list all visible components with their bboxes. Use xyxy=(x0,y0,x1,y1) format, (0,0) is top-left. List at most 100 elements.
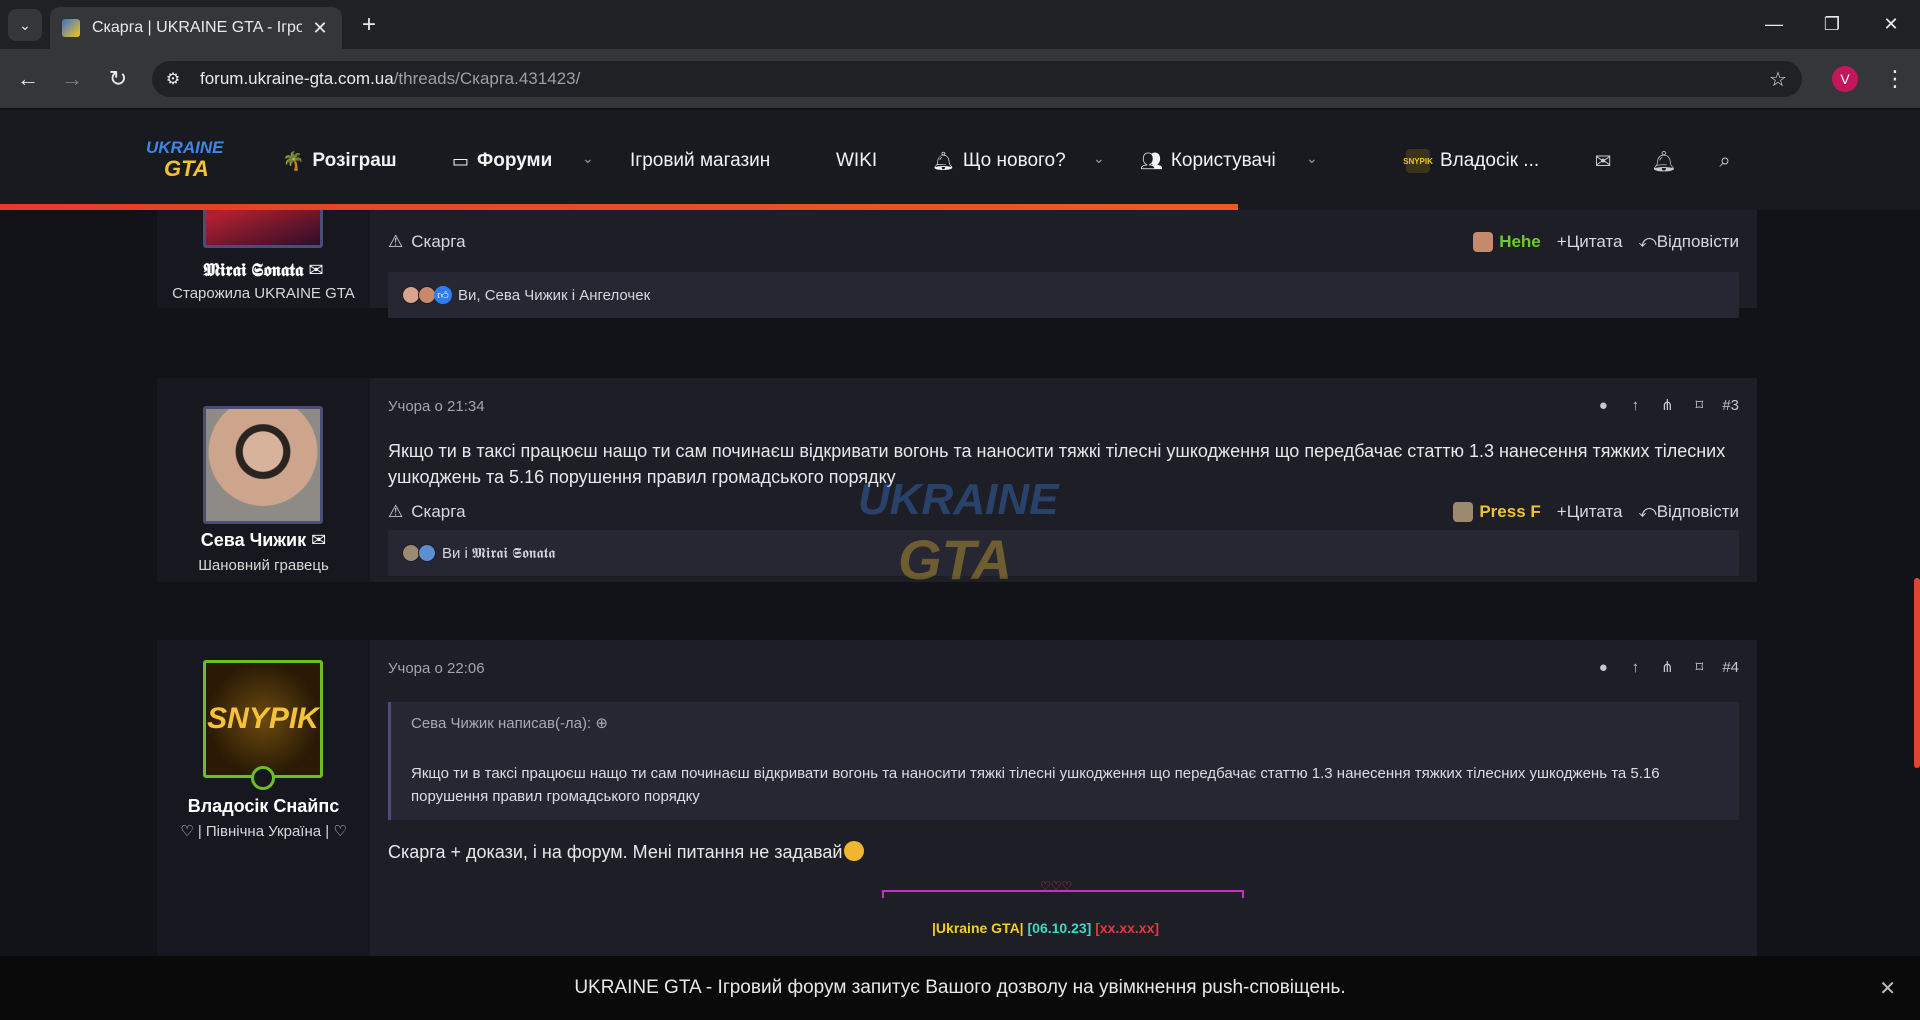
push-notice-banner: UKRAINE GTA - Ігровий форум запитує Вашо… xyxy=(0,956,1920,1020)
post-number[interactable]: #3 xyxy=(1722,397,1739,414)
share-icon[interactable]: ⋔ xyxy=(1658,396,1676,414)
reload-icon: ↻ xyxy=(108,66,128,91)
bell-icon: 🔔︎ xyxy=(932,150,955,171)
search-icon[interactable]: ⌕ xyxy=(1710,146,1740,176)
report-link[interactable]: ⚠ Скарга xyxy=(388,502,466,522)
site-logo[interactable]: UKRAINE GTA xyxy=(146,138,224,182)
nav-whats-new[interactable]: 🔔︎ Що нового? xyxy=(932,146,1066,176)
site-info-icon[interactable]: ⚙ xyxy=(156,62,190,96)
inbox-icon[interactable]: ✉ xyxy=(1588,146,1618,176)
reply-button[interactable]: ⤺Відповісти xyxy=(1639,232,1739,252)
close-window-button[interactable]: ✕ xyxy=(1862,0,1920,49)
new-tab-button[interactable]: + xyxy=(354,10,384,40)
post-reply-actions: Hehe +Цитата ⤺Відповісти xyxy=(1473,232,1739,252)
post-actions: ● ↑ ⋔ ⌑ #3 xyxy=(1594,396,1739,415)
forward-button[interactable]: → xyxy=(56,63,88,95)
check-circle-icon[interactable]: ● xyxy=(1594,397,1612,414)
users-chevron-down-icon[interactable]: ⌄ xyxy=(1306,150,1318,167)
watermark-bottom: GTA xyxy=(898,528,1013,591)
forums-chevron-down-icon[interactable]: ⌄ xyxy=(582,150,594,167)
post-user-cell: Сева Чижик ✉ Шановний гравець xyxy=(157,378,370,582)
post-username[interactable]: Владосік Снайпс xyxy=(157,796,370,817)
avatar[interactable] xyxy=(203,406,323,524)
post-actions: ● ↑ ⋔ ⌑ #4 xyxy=(1594,658,1739,677)
post-user-cell: 𝕸𝖎𝖗𝖆𝖎 𝕾𝖔𝖓𝖆𝖙𝖆 ✉ Старожила UKRAINE GTA xyxy=(157,210,370,308)
online-indicator-icon xyxy=(251,766,275,790)
whats-new-chevron-down-icon[interactable]: ⌄ xyxy=(1093,150,1105,167)
nav-raffle[interactable]: 🌴 Розіграш xyxy=(282,146,397,176)
signature-hearts: ♡♡♡ xyxy=(1040,879,1073,893)
profile-avatar[interactable]: V xyxy=(1832,66,1858,92)
check-circle-icon[interactable]: ● xyxy=(1594,659,1612,676)
reload-button[interactable]: ↻ xyxy=(102,63,134,95)
address-bar[interactable]: ⚙ forum.ukraine-gta.com.ua/threads/Скарг… xyxy=(152,61,1802,97)
nav-shop[interactable]: Ігровий магазин xyxy=(630,146,770,176)
post-mirai: 𝕸𝖎𝖗𝖆𝖎 𝕾𝖔𝖓𝖆𝖙𝖆 ✉ Старожила UKRAINE GTA ⚠ Ск… xyxy=(157,210,1757,318)
logo-top-text: UKRAINE xyxy=(146,138,224,157)
bookmark-icon[interactable]: ⌑ xyxy=(1690,658,1708,676)
post-username[interactable]: Сева Чижик ✉ xyxy=(157,530,370,551)
bookmark-icon[interactable]: ⌑ xyxy=(1690,396,1708,414)
reaction-button[interactable]: Hehe xyxy=(1473,232,1541,252)
quote-button[interactable]: +Цитата xyxy=(1557,232,1623,252)
post-username[interactable]: 𝕸𝖎𝖗𝖆𝖎 𝕾𝖔𝖓𝖆𝖙𝖆 ✉ xyxy=(157,260,370,281)
browser-menu-icon[interactable]: ⋮ xyxy=(1880,63,1910,95)
signature-part-3: [xx.xx.xx] xyxy=(1095,920,1160,936)
site-favicon-icon xyxy=(62,19,80,37)
avatar[interactable] xyxy=(203,210,323,248)
post-date[interactable]: Учора о 21:34 xyxy=(388,398,485,415)
arrow-up-icon[interactable]: ↑ xyxy=(1626,397,1644,414)
envelope-icon[interactable]: ✉ xyxy=(308,260,323,280)
tab-search-button[interactable]: ⌄ xyxy=(8,9,42,41)
signature-text: |Ukraine GTA| [06.10.23] [xx.xx.xx] xyxy=(932,920,1159,936)
user-title: Старожила UKRAINE GTA xyxy=(172,285,355,302)
site-header: UKRAINE GTA 🌴 Розіграш ▭ Форуми ⌄ Ігрови… xyxy=(0,110,1920,210)
post-number[interactable]: #4 xyxy=(1722,659,1739,676)
avatar[interactable]: SNYPIK xyxy=(203,660,323,778)
arrow-up-circle-icon[interactable]: ⊕ xyxy=(595,715,608,732)
reaction-button[interactable]: Press F xyxy=(1453,502,1541,522)
alerts-bell-icon[interactable]: 🔔︎ xyxy=(1649,146,1679,176)
quote-button[interactable]: +Цитата xyxy=(1557,502,1623,522)
share-icon[interactable]: ⋔ xyxy=(1658,658,1676,676)
url-text[interactable]: forum.ukraine-gta.com.ua/threads/Скарга.… xyxy=(200,69,580,89)
back-button[interactable]: ← xyxy=(12,63,44,95)
report-link[interactable]: ⚠ Скарга xyxy=(388,232,466,252)
nav-shop-label: Ігровий магазин xyxy=(630,150,771,171)
arrow-up-icon[interactable]: ↑ xyxy=(1626,659,1644,676)
current-user-avatar: SNYPIK xyxy=(1403,149,1433,173)
restore-window-button[interactable]: ❐ xyxy=(1803,0,1861,49)
minimize-window-button[interactable]: — xyxy=(1745,0,1803,49)
post-main-cell: ⚠ Скарга Hehe +Цитата ⤺Відповісти 👍︎ Ви, … xyxy=(370,210,1757,318)
bookmark-star-icon[interactable]: ☆ xyxy=(1764,65,1792,93)
user-title: Шановний гравець xyxy=(198,557,329,574)
quote-body: Якщо ти в таксі працюєш нащо ти сам почи… xyxy=(411,765,1660,805)
browser-tab-active[interactable]: Скарга | UKRAINE GTA - Ігрови ✕ xyxy=(50,7,342,49)
user-title: ♡ | Північна Україна | ♡ xyxy=(180,823,347,840)
post-main-cell: Учора о 22:06 ● ↑ ⋔ ⌑ #4 Сева Чижик напи… xyxy=(370,640,1757,956)
like-icon: 👍︎ xyxy=(434,286,452,304)
reactions-bar[interactable]: 👍︎ Ви, Сева Чижик і Ангелочек xyxy=(388,272,1739,318)
press-f-reaction-icon xyxy=(1453,502,1474,522)
tab-title: Скарга | UKRAINE GTA - Ігрови xyxy=(92,19,302,36)
nav-forums[interactable]: ▭ Форуми xyxy=(452,146,552,176)
post-date[interactable]: Учора о 22:06 xyxy=(388,660,485,677)
scrollbar-thumb[interactable] xyxy=(1914,578,1920,768)
reactions-list[interactable]: Ви і 𝕸𝖎𝖗𝖆𝖎 𝕾𝖔𝖓𝖆𝖙𝖆 xyxy=(442,545,555,562)
close-icon[interactable]: ✕ xyxy=(1879,976,1896,1001)
watermark-top: UKRAINE xyxy=(858,475,1059,524)
logo-bottom-text: GTA xyxy=(164,156,209,181)
reactions-list[interactable]: Ви, Сева Чижик і Ангелочек xyxy=(458,287,650,304)
envelope-icon[interactable]: ✉ xyxy=(311,530,326,550)
tab-close-icon[interactable]: ✕ xyxy=(310,18,330,39)
nav-current-user[interactable]: SNYPIK Владосік ... xyxy=(1403,146,1539,176)
browser-tab-bar: ⌄ Скарга | UKRAINE GTA - Ігрови ✕ + — ❐ … xyxy=(0,0,1920,49)
nav-raffle-label: Розіграш xyxy=(312,150,397,171)
quote-author[interactable]: Сева Чижик написав(-ла): ⊕ xyxy=(411,714,608,732)
post-reply-actions: Press F +Цитата ⤺Відповісти xyxy=(1453,502,1739,522)
nav-wiki[interactable]: WIKI xyxy=(836,146,877,176)
nav-whats-new-label: Що нового? xyxy=(962,150,1066,171)
reply-button[interactable]: ⤺Відповісти xyxy=(1639,502,1739,522)
signature-part-1: |Ukraine GTA| xyxy=(932,920,1024,936)
nav-users[interactable]: 👥︎ Користувачі xyxy=(1140,146,1276,176)
